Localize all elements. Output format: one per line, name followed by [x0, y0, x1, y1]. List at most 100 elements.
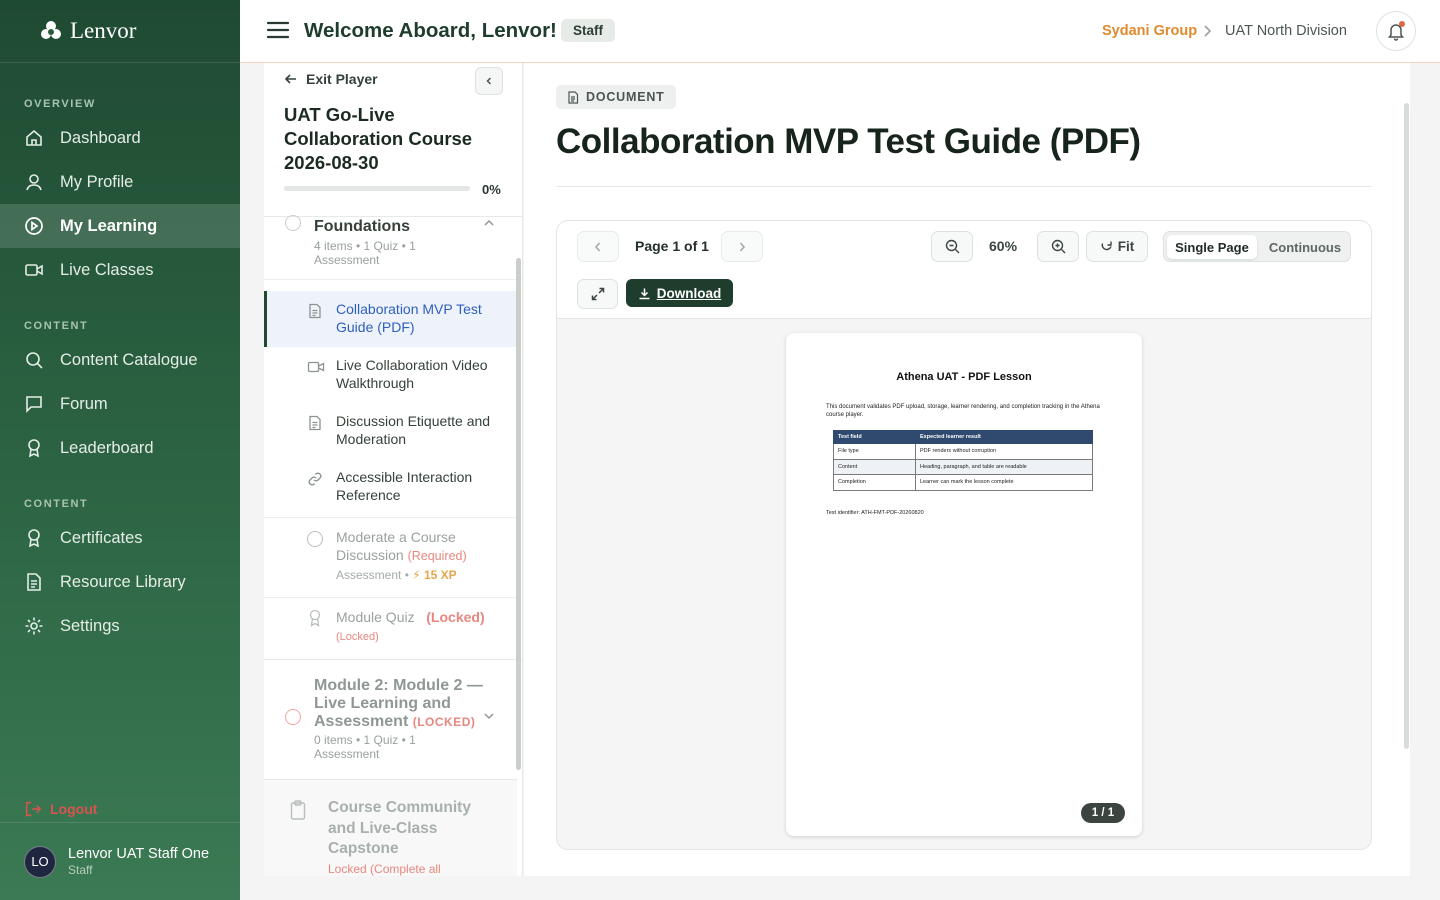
lesson-title: Live Collaboration Video Walkthrough: [336, 357, 488, 391]
assessment-meta: Assessment: [336, 568, 402, 582]
sidebar-item-label: Dashboard: [60, 128, 141, 147]
table-cell: Completion: [833, 474, 916, 491]
video-icon: [307, 359, 325, 375]
section-label-content-2: CONTENT: [24, 498, 89, 510]
module-title-2[interactable]: Module 2: Module 2 — Live Learning and A…: [314, 677, 484, 731]
pdf-page: Athena UAT - PDF Lesson This document va…: [786, 333, 1142, 836]
sidebar-item-resource-library[interactable]: Resource Library: [0, 560, 240, 604]
download-label: Download: [656, 285, 722, 301]
panel-scrollbar[interactable]: [516, 258, 521, 770]
divider: [264, 279, 522, 280]
sidebar-item-certificates[interactable]: Certificates: [0, 516, 240, 560]
download-icon: [638, 287, 651, 300]
zoom-in-button[interactable]: [1037, 231, 1079, 262]
user-card[interactable]: LO Lenvor UAT Staff One Staff: [0, 822, 240, 900]
brand-name: Lenvor: [70, 18, 137, 43]
sidebar-item-leaderboard[interactable]: Leaderboard: [0, 426, 240, 470]
arrow-left-icon: [284, 72, 298, 86]
sidebar-item-label: Forum: [60, 394, 108, 413]
chat-icon: [24, 394, 44, 414]
table-cell: Content: [833, 458, 916, 475]
sidebar-item-live-classes[interactable]: Live Classes: [0, 248, 240, 292]
single-page-option[interactable]: Single Page: [1167, 235, 1257, 259]
module-meta: 0 items • 1 Quiz • 1 Assessment: [314, 733, 416, 761]
content-type-label: DOCUMENT: [586, 90, 665, 104]
scrollbar-thumb[interactable]: [1404, 103, 1409, 749]
home-icon: [24, 128, 44, 148]
download-button[interactable]: Download: [626, 279, 733, 307]
document-content: DOCUMENT Collaboration MVP Test Guide (P…: [524, 63, 1404, 876]
logout-icon: [24, 800, 42, 818]
module-locked-icon: [285, 709, 301, 725]
award-icon: [307, 609, 323, 627]
page-indicator: Page 1 of 1: [635, 238, 709, 254]
view-mode-toggle: Single Page Continuous: [1163, 231, 1351, 262]
brand[interactable]: Lenvor: [0, 0, 240, 63]
locked-tag: (Locked): [426, 609, 485, 625]
zoom-out-button[interactable]: [931, 231, 973, 262]
fit-label: Fit: [1117, 239, 1135, 254]
sidebar-item-settings[interactable]: Settings: [0, 604, 240, 648]
capstone-locked-note: Locked (Complete all: [328, 862, 441, 876]
table-cell: Heading, paragraph, and table are readab…: [915, 458, 1093, 475]
logout-button[interactable]: Logout: [24, 800, 97, 818]
table-cell: Learner can mark the lesson complete: [915, 474, 1093, 491]
locked-note: (Locked): [336, 631, 379, 643]
clipboard-icon: [290, 800, 306, 820]
document-icon: [307, 415, 323, 431]
sidebar-item-label: Content Catalogue: [60, 350, 198, 369]
lesson-item[interactable]: Accessible Interaction Reference: [264, 459, 517, 515]
chevron-down-icon[interactable]: [483, 711, 495, 721]
quiz-item[interactable]: Module Quiz (Locked) (Locked): [264, 599, 517, 659]
content-type-badge: DOCUMENT: [556, 85, 676, 109]
sidebar-item-content-catalogue[interactable]: Content Catalogue: [0, 338, 240, 382]
quiz-title: Module Quiz (Locked) (Locked): [336, 608, 506, 646]
logout-label: Logout: [50, 801, 98, 817]
continuous-option[interactable]: Continuous: [1262, 235, 1348, 259]
search-icon: [24, 350, 44, 370]
viewer-toolbar: Page 1 of 1 60% Fit Single Page Continuo…: [557, 221, 1371, 319]
course-title: UAT Go-Live Collaboration Course 2026-08…: [284, 104, 473, 173]
divider: [264, 597, 517, 598]
table-cell: PDF renders without corruption: [915, 443, 1093, 460]
menu-icon[interactable]: [266, 20, 290, 40]
sidebar-item-forum[interactable]: Forum: [0, 382, 240, 426]
table-row: File type PDF renders without corruption: [833, 443, 1093, 460]
capstone-card[interactable]: Course Community and Live-Class Capstone…: [264, 779, 517, 876]
sidebar-item-label: Certificates: [60, 528, 143, 547]
module-status-icon: [285, 215, 301, 231]
sidebar-item-my-profile[interactable]: My Profile: [0, 160, 240, 204]
divider: [264, 659, 522, 660]
breadcrumb-division[interactable]: UAT North Division: [1225, 23, 1347, 39]
sidebar-item-label: My Learning: [60, 216, 158, 235]
lesson-item[interactable]: Live Collaboration Video Walkthrough: [264, 347, 517, 403]
table-header-row: Test field Expected learner result: [833, 430, 1093, 444]
fit-button[interactable]: Fit: [1086, 231, 1148, 262]
sidebar-item-dashboard[interactable]: Dashboard: [0, 116, 240, 160]
notifications-button[interactable]: [1376, 11, 1416, 51]
lesson-title: Collaboration MVP Test Guide (PDF): [336, 301, 482, 335]
gear-icon: [24, 616, 44, 636]
collapse-panel-button[interactable]: [475, 67, 503, 95]
sidebar-item-my-learning[interactable]: My Learning: [0, 204, 240, 248]
assessment-title: Moderate a Course Discussion (Required) A…: [336, 528, 506, 584]
lesson-item-active[interactable]: Collaboration MVP Test Guide (PDF): [264, 291, 517, 347]
lesson-item[interactable]: Discussion Etiquette and Moderation: [264, 403, 517, 459]
table-row: Content Heading, paragraph, and table ar…: [833, 458, 1093, 475]
document-icon: [307, 303, 323, 319]
chevron-up-icon[interactable]: [483, 218, 495, 228]
zoom-in-icon: [1051, 239, 1066, 254]
divider: [556, 186, 1372, 187]
breadcrumb-organization[interactable]: Sydani Group: [1102, 23, 1197, 39]
document-title: Collaboration MVP Test Guide (PDF): [556, 122, 1141, 161]
assessment-item[interactable]: Moderate a Course Discussion (Required) A…: [264, 519, 517, 597]
pdf-table: Test field Expected learner result File …: [833, 430, 1093, 491]
module-title-foundations[interactable]: Foundations: [314, 218, 410, 236]
next-page-button[interactable]: [721, 231, 763, 262]
sidebar-item-label: My Profile: [60, 172, 134, 191]
fullscreen-button[interactable]: [577, 279, 618, 309]
previous-page-button[interactable]: [577, 231, 619, 262]
user-role: Staff: [68, 863, 93, 877]
exit-player-button[interactable]: Exit Player: [284, 71, 378, 87]
section-label-content: CONTENT: [24, 320, 89, 332]
